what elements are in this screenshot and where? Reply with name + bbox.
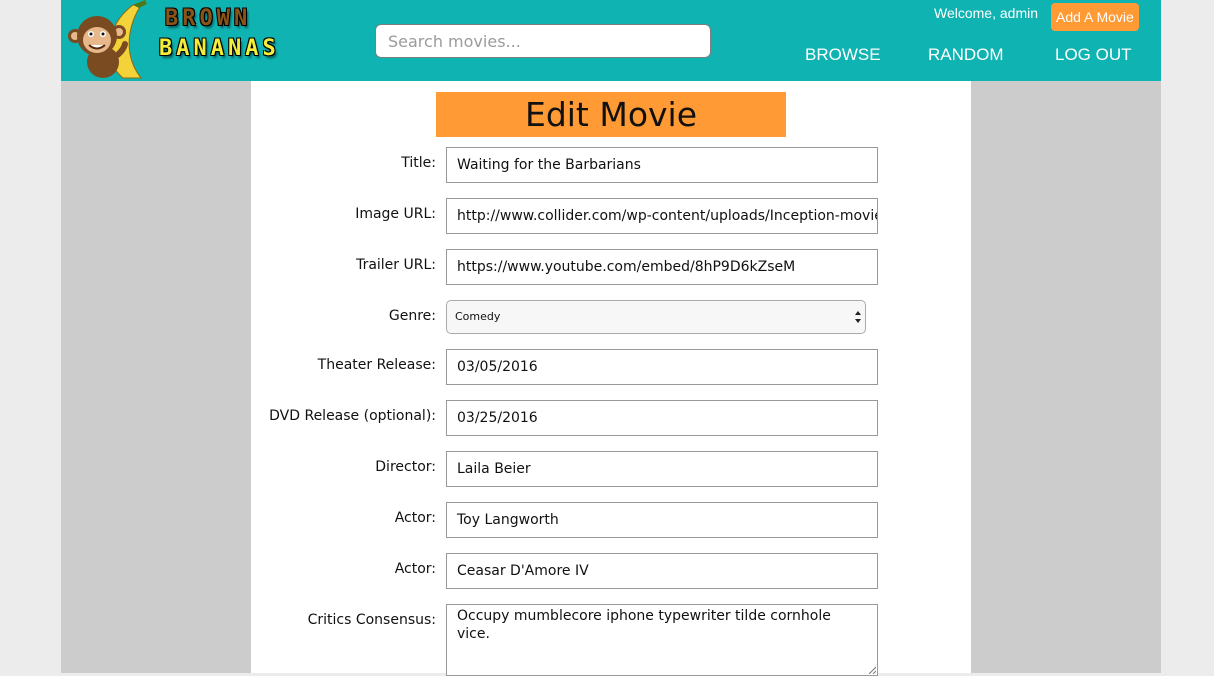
dvd-release-label: DVD Release (optional): xyxy=(269,408,436,424)
trailer-url-input[interactable]: https://www.youtube.com/embed/8hP9D6kZse… xyxy=(446,249,878,285)
edit-movie-form: Edit Movie Title: Waiting for the Barbar… xyxy=(251,81,971,676)
title-label: Title: xyxy=(401,155,436,171)
nav-logout[interactable]: LOG OUT xyxy=(1055,45,1132,65)
genre-select[interactable]: Comedy xyxy=(446,300,866,334)
nav-random[interactable]: RANDOM xyxy=(928,45,1004,65)
actor1-input[interactable]: Toy Langworth xyxy=(446,502,878,538)
image-url-input[interactable]: http://www.collider.com/wp-content/uploa… xyxy=(446,198,878,234)
theater-release-input[interactable]: 03/05/2016 xyxy=(446,349,878,385)
critics-consensus-text: Occupy mumblecore iphone typewriter tild… xyxy=(457,608,831,642)
director-label: Director: xyxy=(375,459,436,475)
search-input[interactable] xyxy=(375,24,711,58)
brand-line1: BROWN xyxy=(165,6,252,31)
theater-release-label: Theater Release: xyxy=(317,357,436,373)
actor2-label: Actor: xyxy=(394,561,436,577)
actor2-input[interactable]: Ceasar D'Amore IV xyxy=(446,553,878,589)
monkey-banana-logo-icon xyxy=(68,0,147,79)
page-title: Edit Movie xyxy=(436,92,786,137)
brand-line2: BANANAS xyxy=(159,36,280,61)
add-movie-button[interactable]: Add A Movie xyxy=(1051,3,1139,31)
genre-label: Genre: xyxy=(388,308,436,324)
site-container: BROWN BANANAS Welcome, admin Add A Movie… xyxy=(61,0,1161,676)
actor1-label: Actor: xyxy=(394,510,436,526)
select-arrows-icon xyxy=(855,311,861,323)
welcome-text: Welcome, admin xyxy=(934,5,1039,21)
dvd-release-input[interactable]: 03/25/2016 xyxy=(446,400,878,436)
genre-selected-value: Comedy xyxy=(455,310,501,323)
brand-logo[interactable]: BROWN BANANAS xyxy=(61,0,291,81)
critics-consensus-label: Critics Consensus: xyxy=(307,612,436,628)
title-input[interactable]: Waiting for the Barbarians xyxy=(446,147,878,183)
trailer-url-label: Trailer URL: xyxy=(356,257,436,273)
critics-consensus-textarea[interactable]: Occupy mumblecore iphone typewriter tild… xyxy=(446,604,878,676)
navbar: BROWN BANANAS Welcome, admin Add A Movie… xyxy=(61,0,1161,81)
nav-browse[interactable]: BROWSE xyxy=(805,45,881,65)
director-input[interactable]: Laila Beier xyxy=(446,451,878,487)
image-url-label: Image URL: xyxy=(355,206,436,222)
